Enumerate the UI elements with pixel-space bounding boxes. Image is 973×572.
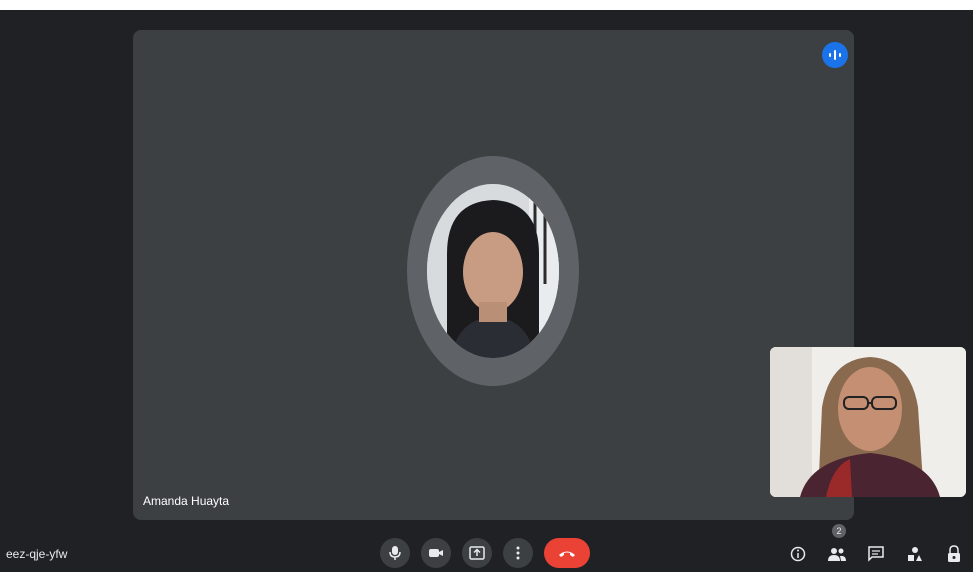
camera-button[interactable] (421, 538, 451, 568)
meeting-code: eez-qje-yfw (6, 547, 68, 561)
microphone-icon (389, 545, 401, 561)
participant-name-label: Amanda Huayta (143, 494, 230, 508)
people-button[interactable]: 2 (825, 524, 849, 566)
side-controls: 2 (786, 524, 966, 566)
main-participant-tile: Amanda Huayta (133, 30, 854, 520)
activities-icon (907, 546, 923, 562)
camera-icon (428, 547, 444, 559)
meeting-info-button[interactable] (786, 542, 810, 566)
present-screen-button[interactable] (462, 538, 492, 568)
call-controls (380, 538, 590, 568)
chat-button[interactable] (864, 542, 888, 566)
self-view-tile[interactable] (770, 347, 966, 497)
people-icon (828, 546, 846, 562)
chat-icon (868, 546, 884, 562)
microphone-button[interactable] (380, 538, 410, 568)
more-options-button[interactable] (503, 538, 533, 568)
participant-count-badge: 2 (832, 524, 846, 538)
info-icon (790, 546, 806, 562)
more-options-icon (516, 546, 520, 560)
present-screen-icon (469, 546, 485, 560)
participant-avatar (407, 156, 579, 386)
host-controls-button[interactable] (942, 542, 966, 566)
meet-window: Amanda Huayta eez-qje-yfw 2 (0, 10, 973, 572)
participant-photo (427, 184, 559, 358)
end-call-icon (557, 548, 577, 558)
activities-button[interactable] (903, 542, 927, 566)
host-controls-icon (946, 545, 962, 563)
end-call-button[interactable] (544, 538, 590, 568)
speaking-indicator-icon (822, 42, 848, 68)
